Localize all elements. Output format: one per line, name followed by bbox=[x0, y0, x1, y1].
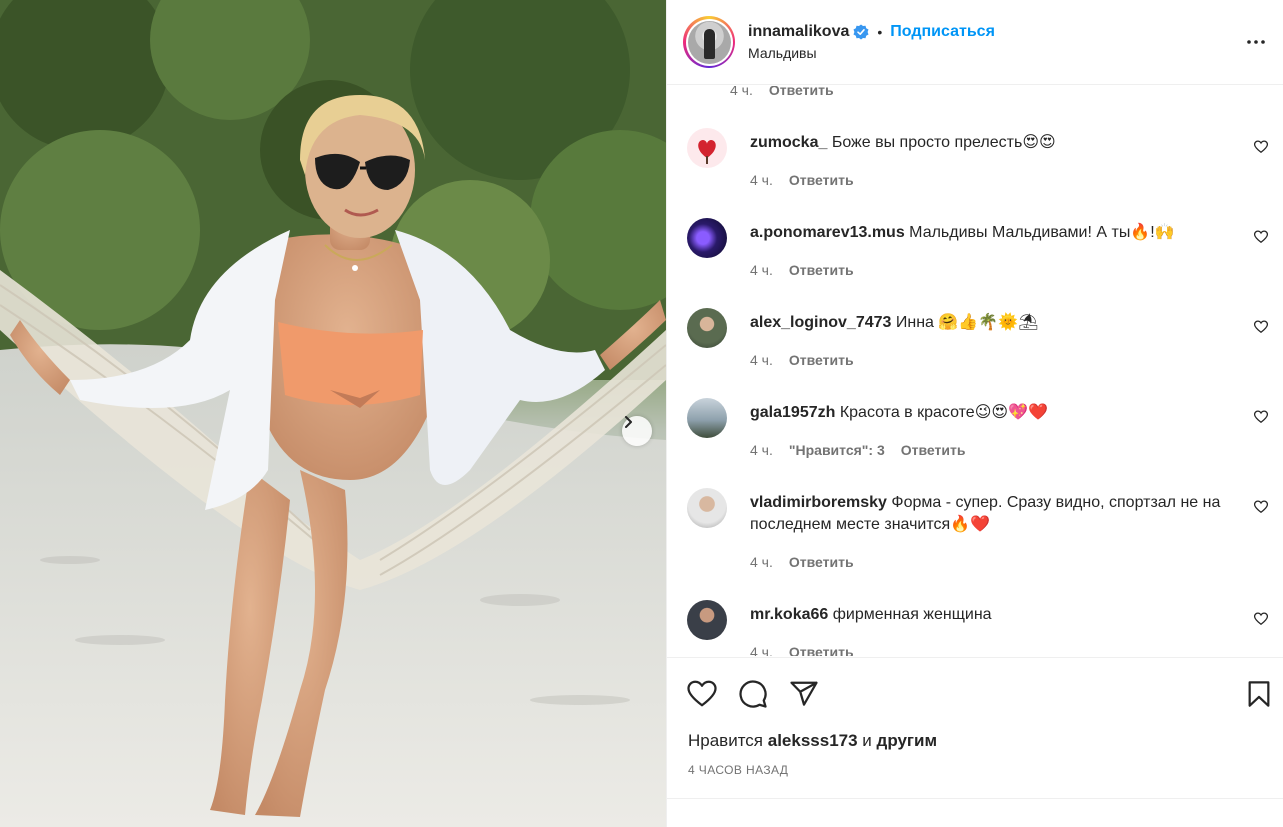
chevron-right-icon bbox=[625, 416, 632, 428]
comment-username[interactable]: vladimirboremsky bbox=[750, 494, 887, 511]
verified-icon bbox=[853, 24, 869, 40]
comment-content: Инна 🤗👍🌴🌞⛱ bbox=[891, 314, 1039, 331]
comment-content: Мальдивы Мальдивами! А ты🔥!🙌 bbox=[904, 224, 1175, 241]
comment-username[interactable]: alex_loginov_7473 bbox=[750, 314, 891, 331]
likes-middle: и bbox=[857, 731, 877, 750]
comment-username[interactable]: mr.koka66 bbox=[750, 606, 828, 623]
comment-like-count[interactable]: "Нравится": 3 bbox=[789, 442, 885, 458]
comment-like-button[interactable] bbox=[1253, 230, 1269, 249]
reply-button[interactable]: Ответить bbox=[789, 554, 854, 570]
comment-meta: 4 ч. Ответить bbox=[750, 352, 854, 368]
follow-button[interactable]: Подписаться bbox=[890, 23, 995, 41]
add-comment-area[interactable] bbox=[667, 798, 1283, 827]
commenter-avatar[interactable] bbox=[687, 398, 727, 438]
heart-icon bbox=[1253, 230, 1269, 244]
comment-time: 4 ч. bbox=[750, 644, 773, 656]
author-username[interactable]: innamalikova bbox=[748, 23, 849, 41]
post-header: innamalikova • Подписаться Мальдивы bbox=[667, 0, 1283, 85]
comment-meta: 4 ч. "Нравится": 3 Ответить bbox=[750, 442, 965, 458]
comment-icon bbox=[739, 680, 767, 708]
likes-prefix: Нравится bbox=[688, 731, 768, 750]
more-icon bbox=[1247, 40, 1265, 44]
comment-content: Красота в красоте😉😍💖❤️ bbox=[835, 404, 1048, 421]
heart-icon bbox=[1253, 410, 1269, 424]
comment-like-button[interactable] bbox=[1253, 500, 1269, 519]
post-photo[interactable] bbox=[0, 0, 666, 827]
comment-username[interactable]: gala1957zh bbox=[750, 404, 835, 421]
commenter-avatar[interactable] bbox=[687, 308, 727, 348]
commenter-avatar[interactable] bbox=[687, 128, 727, 168]
more-options-button[interactable] bbox=[1244, 30, 1268, 59]
reply-button[interactable]: Ответить bbox=[901, 442, 966, 458]
comment-text: a.ponomarev13.mus Мальдивы Мальдивами! А… bbox=[750, 222, 1240, 244]
commenter-avatar[interactable] bbox=[687, 600, 727, 640]
comments-list[interactable]: 4 ч. Ответить zumocka_ Боже вы просто пр… bbox=[667, 86, 1283, 656]
comment-time: 4 ч. bbox=[750, 172, 773, 188]
post-location[interactable]: Мальдивы bbox=[748, 45, 995, 61]
comment-text: vladimirboremsky Форма - супер. Сразу ви… bbox=[750, 492, 1240, 536]
reply-button[interactable]: Ответить bbox=[789, 644, 854, 656]
reply-button[interactable]: Ответить bbox=[769, 86, 834, 98]
comment-text: mr.koka66 фирменная женщина bbox=[750, 604, 1240, 626]
liker-username[interactable]: aleksss173 bbox=[768, 731, 858, 750]
heart-icon bbox=[1253, 612, 1269, 626]
heart-icon bbox=[1253, 500, 1269, 514]
comment-time: 4 ч. bbox=[750, 262, 773, 278]
comment-meta: 4 ч. Ответить bbox=[750, 554, 854, 570]
post-actions: Нравится aleksss173 и другим 4 ЧАСОВ НАЗ… bbox=[667, 657, 1283, 827]
heart-icon bbox=[687, 680, 717, 707]
reply-button[interactable]: Ответить bbox=[789, 352, 854, 368]
comment-time: 4 ч. bbox=[750, 554, 773, 570]
comment-time: 4 ч. bbox=[730, 86, 753, 98]
post-timestamp[interactable]: 4 ЧАСОВ НАЗАД bbox=[688, 763, 788, 777]
comment-text: alex_loginov_7473 Инна 🤗👍🌴🌞⛱ bbox=[750, 312, 1240, 334]
comment-like-button[interactable] bbox=[1253, 320, 1269, 339]
comment-text: gala1957zh Красота в красоте😉😍💖❤️ bbox=[750, 402, 1240, 424]
heart-icon bbox=[1253, 140, 1269, 154]
comment-content: фирменная женщина bbox=[828, 606, 992, 623]
comment-username[interactable]: zumocka_ bbox=[750, 134, 827, 151]
comment-like-button[interactable] bbox=[1253, 140, 1269, 159]
save-button[interactable] bbox=[1245, 679, 1273, 709]
comment-time: 4 ч. bbox=[750, 352, 773, 368]
comment-like-button[interactable] bbox=[1253, 612, 1269, 631]
comment-meta: 4 ч. Ответить bbox=[750, 262, 854, 278]
comment-like-button[interactable] bbox=[1253, 410, 1269, 429]
like-button[interactable] bbox=[687, 679, 717, 709]
photo-illustration bbox=[0, 0, 666, 827]
likes-summary: Нравится aleksss173 и другим bbox=[688, 731, 937, 751]
share-button[interactable] bbox=[789, 679, 819, 709]
likes-others-link[interactable]: другим bbox=[877, 731, 938, 750]
share-icon bbox=[790, 681, 818, 706]
reply-button[interactable]: Ответить bbox=[789, 172, 854, 188]
next-photo-button[interactable] bbox=[622, 416, 652, 446]
commenter-avatar[interactable] bbox=[687, 488, 727, 528]
comment-username[interactable]: a.ponomarev13.mus bbox=[750, 224, 905, 241]
comment-button[interactable] bbox=[738, 679, 768, 709]
comment-meta: 4 ч. Ответить bbox=[750, 172, 854, 188]
header-separator: • bbox=[877, 24, 883, 40]
comment-meta: 4 ч. Ответить bbox=[750, 644, 854, 656]
comment-time: 4 ч. bbox=[750, 442, 773, 458]
author-avatar[interactable] bbox=[683, 16, 735, 68]
commenter-avatar[interactable] bbox=[687, 218, 727, 258]
reply-button[interactable]: Ответить bbox=[789, 262, 854, 278]
comment-meta-partial: 4 ч. Ответить bbox=[730, 86, 834, 98]
bookmark-icon bbox=[1248, 681, 1270, 707]
comment-text: zumocka_ Боже вы просто прелесть😍😍 bbox=[750, 132, 1240, 154]
heart-icon bbox=[1253, 320, 1269, 334]
post-panel: innamalikova • Подписаться Мальдивы 4 ч.… bbox=[666, 0, 1283, 827]
comment-content: Боже вы просто прелесть😍😍 bbox=[827, 134, 1056, 151]
